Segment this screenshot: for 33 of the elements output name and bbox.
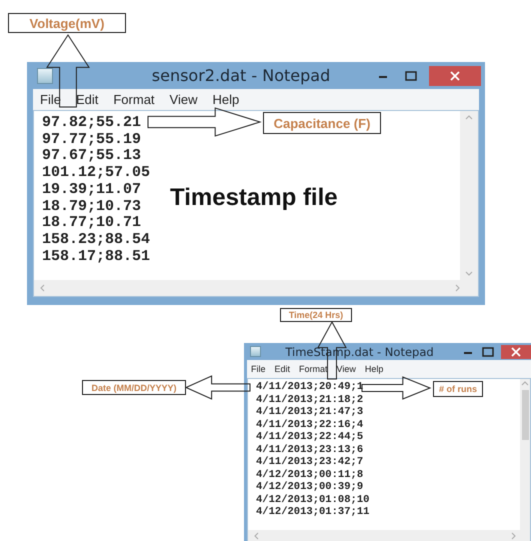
text-line: 97.82;55.21 — [42, 115, 142, 132]
text-line: 18.77;10.71 — [42, 215, 142, 232]
text-line: 4/11/2013;22:44;5 — [256, 431, 364, 444]
text-line: 4/12/2013;01:08;10 — [256, 494, 370, 506]
caption: Timestamp file — [170, 184, 338, 212]
menu-item[interactable]: Edit — [274, 364, 290, 374]
text-line: 4/11/2013;23:42;7 — [256, 456, 364, 468]
text-line: 4/12/2013;00:11;8 — [256, 468, 364, 481]
text-line: 97.77;55.19 — [42, 132, 142, 148]
callout-label: # of runs — [433, 381, 483, 397]
text-line: 19.39;11.07 — [42, 182, 142, 199]
menu-item[interactable]: File — [251, 364, 266, 374]
callout-label: Date (MM/DD/YYYY) — [82, 380, 186, 395]
text-line: 4/12/2013;01:37;11 — [256, 506, 370, 518]
text-line: 4/11/2013;21:47;3 — [256, 406, 364, 418]
window-title: sensor2.dat - Notepad — [150, 66, 332, 85]
menu-item[interactable]: Help — [364, 364, 384, 374]
text-line: 4/11/2013;22:16;4 — [256, 418, 364, 431]
text-line: 4/11/2013;21:18;2 — [256, 394, 364, 406]
menu-item[interactable]: Help — [212, 92, 240, 107]
text-line: 4/11/2013;23:13;6 — [256, 444, 364, 456]
text-line: 158.17;88.51 — [42, 248, 150, 266]
menu-item[interactable]: Format — [113, 92, 155, 107]
text-line: 158.23;88.54 — [42, 232, 150, 249]
text-line: 97.67;55.13 — [42, 148, 142, 166]
callout-label: Capacitance (F) — [263, 112, 381, 134]
callout-label: Time(24 Hrs) — [280, 308, 352, 322]
text-line: 18.79;10.73 — [42, 198, 142, 216]
menu-item[interactable]: View — [170, 92, 198, 107]
callout-label: Voltage(mV) — [8, 13, 126, 33]
text-line: 4/12/2013;00:39;9 — [256, 481, 364, 494]
text-line: 101.12;57.05 — [42, 165, 150, 182]
menu-item[interactable]: Edit — [76, 92, 98, 107]
